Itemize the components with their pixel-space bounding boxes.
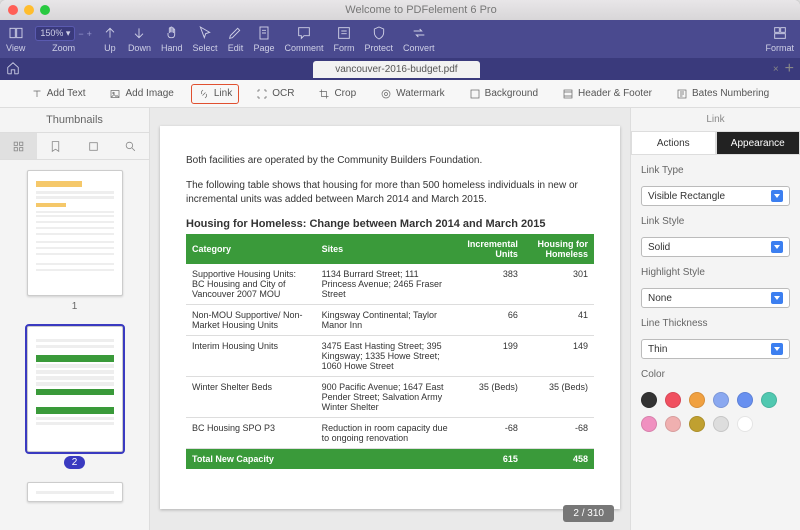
edit-background-button[interactable]: Background [463, 85, 544, 103]
thumbnails-tab[interactable] [0, 133, 37, 159]
document-tab[interactable]: vancouver-2016-budget.pdf [313, 61, 479, 78]
table-row: Supportive Housing Units: BC Housing and… [186, 264, 594, 305]
chevron-down-icon [771, 292, 783, 304]
thumb-2-number: 2 [64, 456, 86, 469]
paragraph-2: The following table shows that housing f… [186, 179, 594, 208]
window-zoom-button[interactable] [40, 5, 50, 15]
link-type-select[interactable]: Visible Rectangle [641, 186, 790, 206]
color-swatch[interactable] [713, 416, 729, 432]
highlight-style-select[interactable]: None [641, 288, 790, 308]
chevron-down-icon [771, 241, 783, 253]
page-thumbnail-2[interactable] [27, 326, 123, 452]
edit-watermark-button[interactable]: Watermark [374, 85, 451, 103]
color-label: Color [641, 369, 790, 380]
color-swatch[interactable] [737, 416, 753, 432]
color-swatch[interactable] [641, 416, 657, 432]
edit-sub-toolbar: Add Text Add Image Link OCR Crop Watermark Bac… [0, 80, 800, 108]
color-swatch[interactable] [689, 392, 705, 408]
link-type-label: Link Type [641, 165, 790, 176]
edit-ocr-button[interactable]: OCR [250, 85, 300, 103]
toolbar-page[interactable]: Page [253, 25, 274, 53]
toolbar-protect[interactable]: Protect [365, 25, 394, 53]
document-tab-label: vancouver-2016-budget.pdf [335, 64, 457, 75]
window-close-button[interactable] [8, 5, 18, 15]
edit-add-image-button[interactable]: Add Image [103, 85, 179, 103]
color-swatch[interactable] [761, 392, 777, 408]
edit-crop-button[interactable]: Crop [312, 85, 362, 103]
chevron-down-icon [771, 343, 783, 355]
line-thickness-label: Line Thickness [641, 318, 790, 329]
home-icon[interactable] [6, 61, 20, 78]
zoom-select[interactable]: 150% ▾ [35, 26, 75, 41]
toolbar-comment[interactable]: Comment [285, 25, 324, 53]
toolbar-form[interactable]: Form [334, 25, 355, 53]
color-swatch[interactable] [665, 392, 681, 408]
color-swatch[interactable] [713, 392, 729, 408]
bookmarks-tab[interactable] [37, 133, 74, 159]
highlight-style-label: Highlight Style [641, 267, 790, 278]
table-title: Housing for Homeless: Change between Mar… [186, 218, 594, 230]
toolbar-view[interactable]: View [6, 25, 25, 53]
table-row: Winter Shelter Beds900 Pacific Avenue; 1… [186, 376, 594, 417]
color-swatch[interactable] [737, 392, 753, 408]
toolbar-convert[interactable]: Convert [403, 25, 435, 53]
window-title: Welcome to PDFelement 6 Pro [50, 4, 792, 16]
table-header: Housing for Homeless [524, 234, 594, 264]
tab-actions[interactable]: Actions [631, 131, 716, 155]
table-header: Sites [316, 234, 454, 264]
search-tab[interactable] [112, 133, 149, 159]
link-style-label: Link Style [641, 216, 790, 227]
thumb-1-number: 1 [72, 301, 78, 312]
window-titlebar: Welcome to PDFelement 6 Pro [0, 0, 800, 20]
toolbar-up[interactable]: Up [102, 25, 118, 53]
thumbnails-title: Thumbnails [0, 108, 149, 132]
properties-panel: Link Actions Appearance Link Type Visibl… [630, 108, 800, 530]
table-row: BC Housing SPO P3Reduction in room capac… [186, 417, 594, 448]
attachments-tab[interactable] [75, 133, 112, 159]
table-total-row: Total New Capacity615458 [186, 448, 594, 469]
edit-link-button[interactable]: Link [192, 85, 238, 103]
line-thickness-select[interactable]: Thin [641, 339, 790, 359]
page-thumbnail-1[interactable] [27, 170, 123, 296]
new-tab-button[interactable]: + [785, 60, 794, 78]
page-thumbnail-3[interactable] [27, 482, 123, 502]
table-header: Category [186, 234, 316, 264]
table-row: Non-MOU Supportive/ Non-Market Housing U… [186, 304, 594, 335]
color-swatches [641, 390, 790, 432]
toolbar-hand[interactable]: Hand [161, 25, 183, 53]
link-style-select[interactable]: Solid [641, 237, 790, 257]
color-swatch[interactable] [689, 416, 705, 432]
table-header: Incremental Units [454, 234, 524, 264]
edit-add-text-button[interactable]: Add Text [25, 85, 92, 103]
window-minimize-button[interactable] [24, 5, 34, 15]
color-swatch[interactable] [641, 392, 657, 408]
properties-title: Link [631, 108, 800, 131]
table-row: Interim Housing Units3475 East Hasting S… [186, 335, 594, 376]
paragraph-1: Both facilities are operated by the Comm… [186, 154, 594, 169]
edit-bates-button[interactable]: Bates Numbering [670, 85, 775, 103]
page-counter: 2 / 310 [563, 505, 614, 522]
tab-bar: vancouver-2016-budget.pdf × + [0, 58, 800, 80]
housing-table: CategorySitesIncremental UnitsHousing fo… [186, 234, 594, 469]
chevron-down-icon [771, 190, 783, 202]
document-viewport[interactable]: Both facilities are operated by the Comm… [150, 108, 630, 530]
toolbar-format[interactable]: Format [765, 25, 794, 53]
tab-close-icon[interactable]: × [773, 64, 779, 75]
page-content: Both facilities are operated by the Comm… [160, 126, 620, 509]
toolbar-select[interactable]: Select [192, 25, 217, 53]
toolbar-down[interactable]: Down [128, 25, 151, 53]
tab-appearance[interactable]: Appearance [716, 131, 800, 155]
edit-header-footer-button[interactable]: Header & Footer [556, 85, 658, 103]
color-swatch[interactable] [665, 416, 681, 432]
thumbnails-panel: Thumbnails [0, 108, 150, 530]
toolbar-edit[interactable]: Edit [227, 25, 243, 53]
main-toolbar: View150% ▾−+ZoomUpDownHandSelectEditPage… [0, 20, 800, 58]
